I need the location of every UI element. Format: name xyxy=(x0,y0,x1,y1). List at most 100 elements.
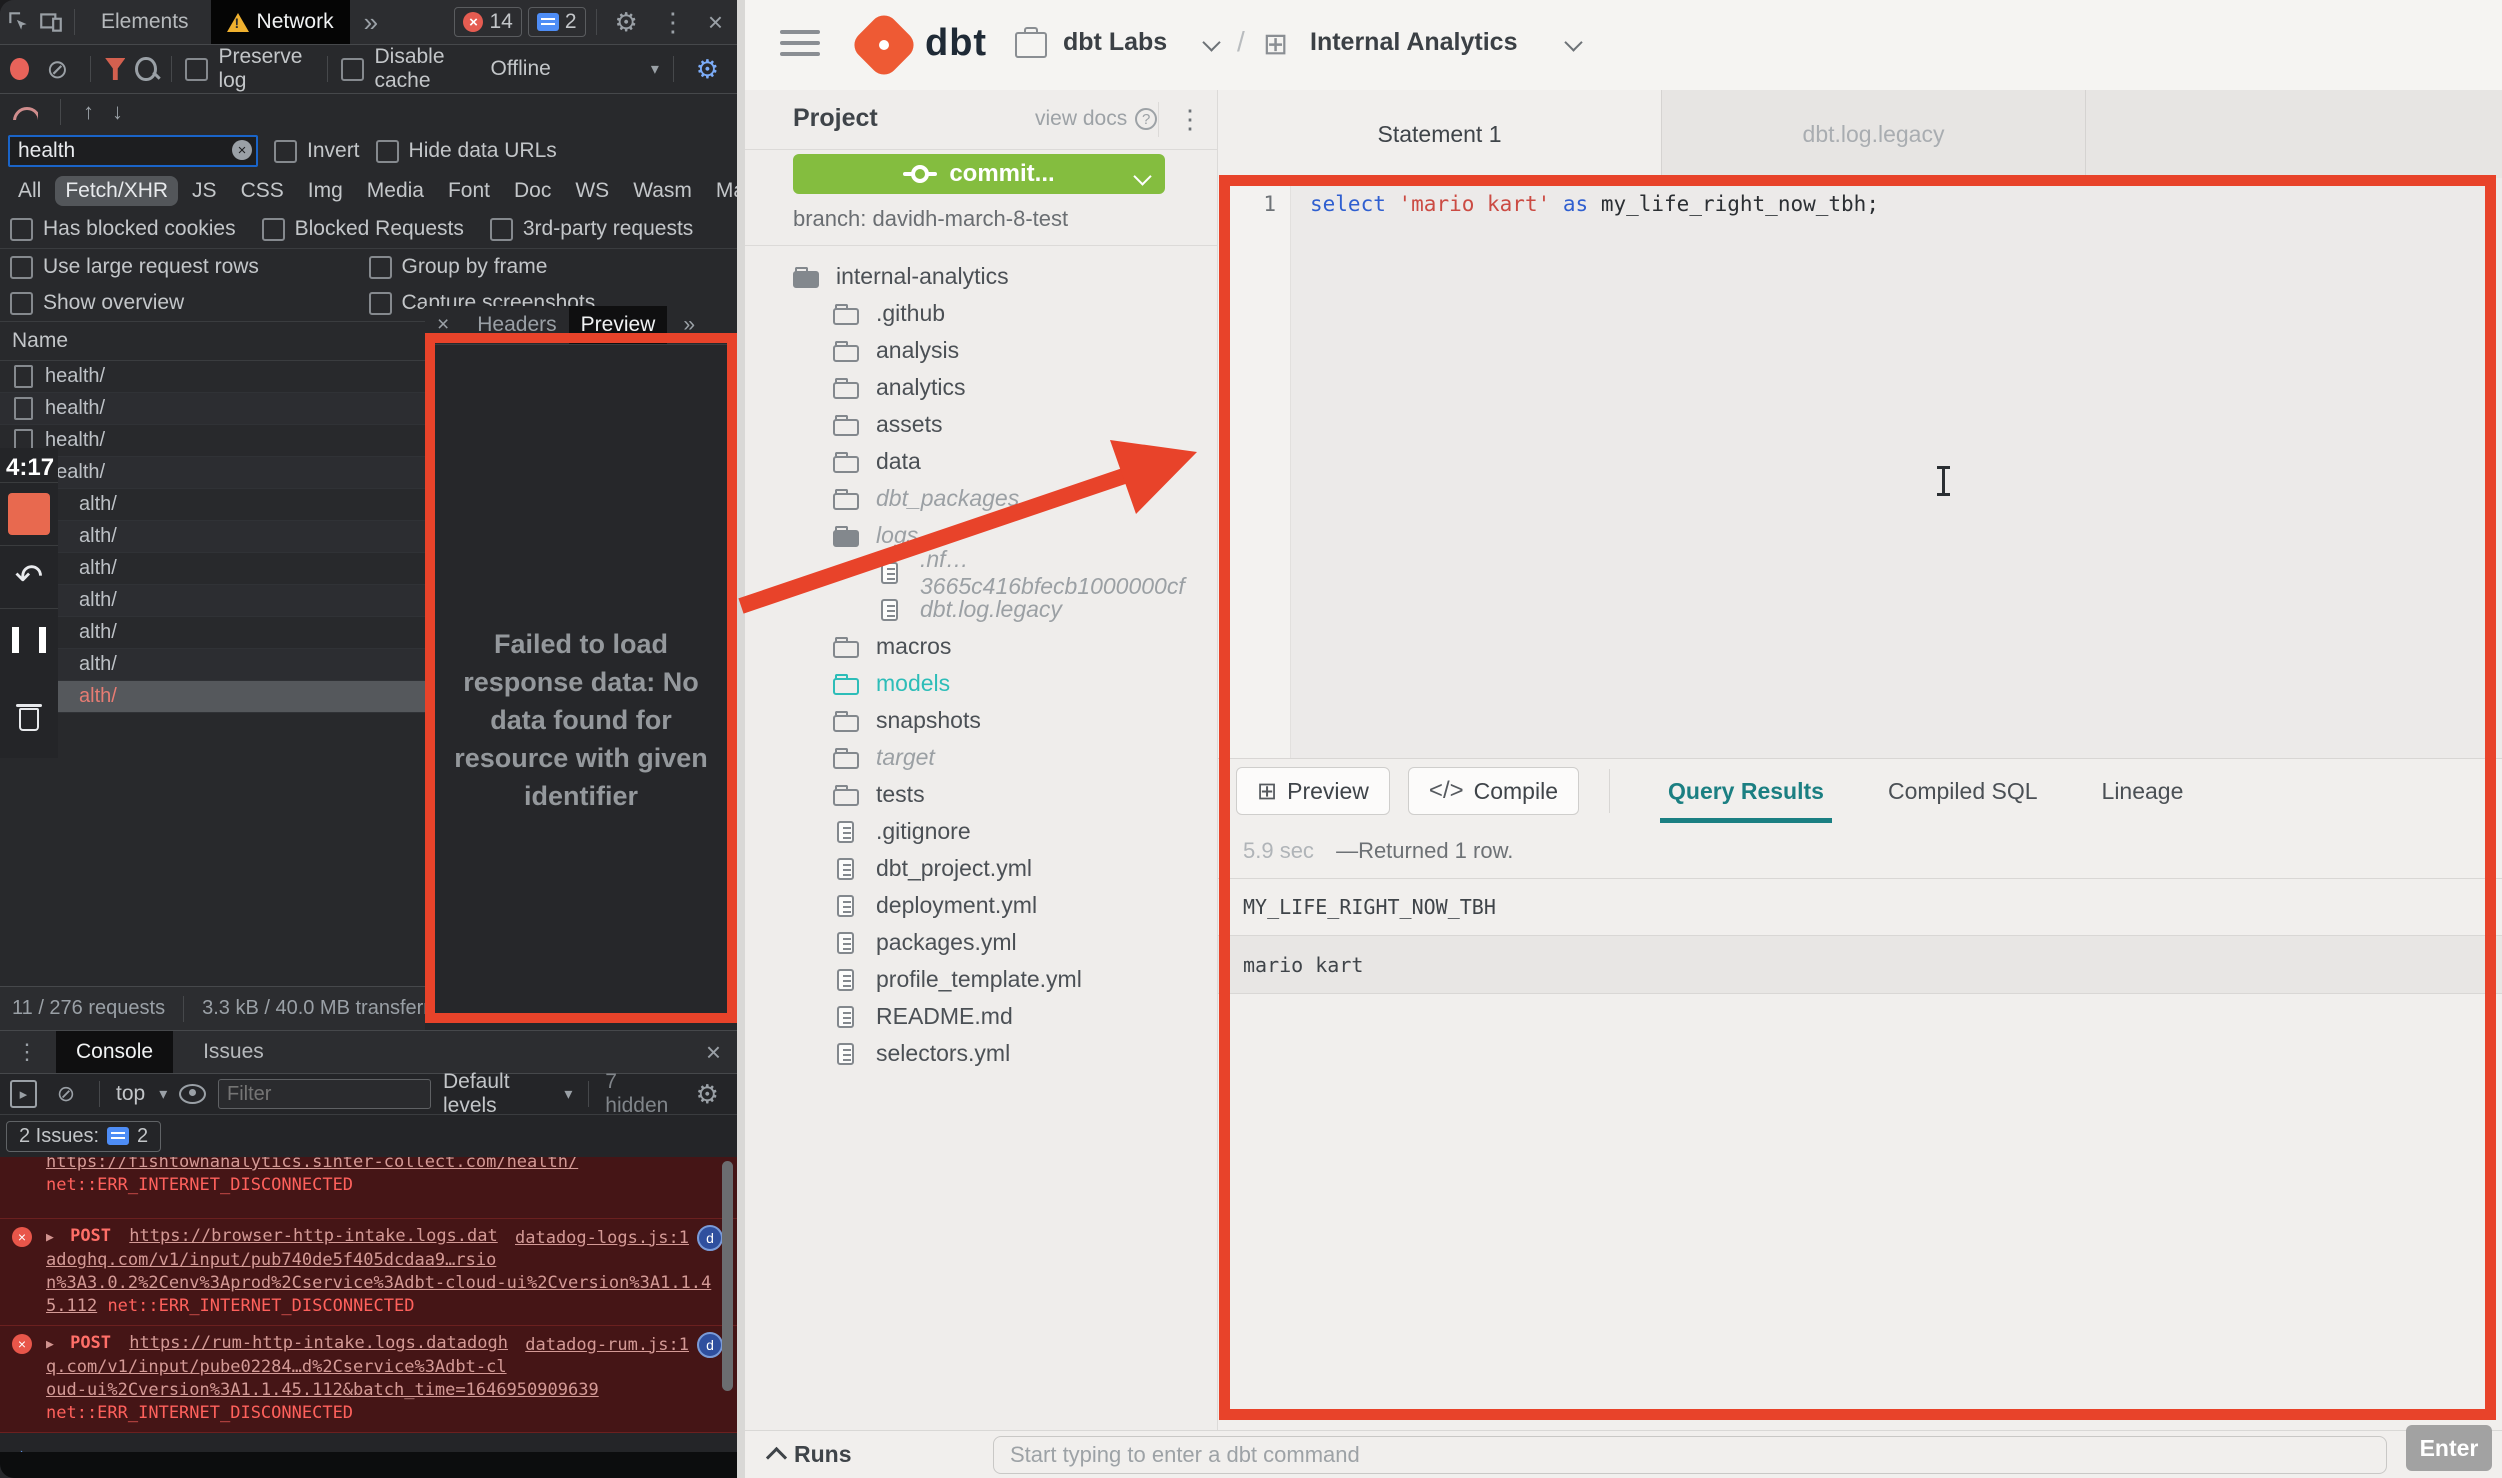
filter-chip[interactable]: Manifest xyxy=(706,176,737,206)
console-scrollbar[interactable] xyxy=(722,1161,733,1391)
more-tabs-icon[interactable]: » xyxy=(356,9,386,35)
invert-checkbox[interactable]: Invert xyxy=(274,139,360,163)
filter-chip[interactable]: WS xyxy=(565,176,619,206)
dbt-command-input[interactable] xyxy=(993,1436,2387,1474)
option-checkbox[interactable]: Use large request rows xyxy=(10,255,369,279)
context-selector[interactable]: top ▾ xyxy=(116,1082,167,1106)
preserve-log-checkbox[interactable]: Preserve log xyxy=(185,45,312,93)
network-conditions-icon[interactable] xyxy=(12,105,38,120)
results-tab[interactable]: Lineage xyxy=(2070,759,2216,823)
error-count-badge[interactable]: × 14 xyxy=(454,7,521,37)
kebab-menu-icon[interactable]: ⋮ xyxy=(652,9,694,35)
close-icon[interactable]: × xyxy=(700,9,731,35)
option-checkbox[interactable]: Group by frame xyxy=(369,255,728,279)
inspect-cursor-icon[interactable] xyxy=(6,9,32,35)
editor-tab[interactable]: Statement 1 xyxy=(1218,90,1662,178)
project-kebab-icon[interactable]: ⋮ xyxy=(1158,102,1203,137)
console-kebab-icon[interactable]: ⋮ xyxy=(8,1041,46,1063)
pause-recording-button[interactable] xyxy=(0,608,58,671)
filter-chip[interactable]: Media xyxy=(357,176,434,206)
file-tree-item[interactable]: dbt_project.yml xyxy=(745,850,1217,887)
chevron-down-icon[interactable] xyxy=(1564,33,1582,51)
project-selector[interactable]: Internal Analytics xyxy=(1310,28,1517,57)
chevron-down-icon[interactable] xyxy=(1202,33,1220,51)
file-tree-item[interactable]: assets xyxy=(745,406,1217,443)
file-tree-item[interactable]: macros xyxy=(745,628,1217,665)
clear-filter-icon[interactable]: × xyxy=(232,140,252,160)
file-tree-item[interactable]: data xyxy=(745,443,1217,480)
tab-elements[interactable]: Elements xyxy=(85,0,205,44)
network-settings-gear-icon[interactable]: ⚙ xyxy=(688,56,727,82)
detail-tab[interactable]: Headers xyxy=(465,306,568,344)
delete-recording-button[interactable] xyxy=(0,685,58,747)
console-sidebar-icon[interactable]: ▸ xyxy=(10,1080,37,1108)
filter-chip[interactable]: Wasm xyxy=(623,176,702,206)
clear-console-icon[interactable]: ⊘ xyxy=(49,1083,83,1105)
commit-button[interactable]: commit... xyxy=(793,154,1165,194)
filter-chip[interactable]: Fetch/XHR xyxy=(55,176,178,206)
console-tab[interactable]: Issues xyxy=(183,1031,284,1073)
runs-toggle[interactable]: Runs xyxy=(769,1441,852,1468)
file-tree-item[interactable]: tests xyxy=(745,776,1217,813)
detail-tab[interactable]: Preview xyxy=(569,306,668,344)
issue-count-badge[interactable]: 2 xyxy=(528,7,586,37)
console-filter-input[interactable] xyxy=(218,1079,431,1109)
hamburger-menu-icon[interactable] xyxy=(780,30,820,60)
filter-checkbox[interactable]: 3rd-party requests xyxy=(490,217,693,241)
filter-checkbox[interactable]: Has blocked cookies xyxy=(10,217,236,241)
export-har-icon[interactable]: ↓ xyxy=(112,101,123,123)
file-tree-item[interactable]: dbt_packages xyxy=(745,480,1217,517)
restart-recording-button[interactable]: ↶ xyxy=(0,545,58,608)
file-tree-item[interactable]: snapshots xyxy=(745,702,1217,739)
error-url-link[interactable]: https://fishtownanalytics.sinter-collect… xyxy=(46,1157,578,1172)
file-tree-item[interactable]: .nf…3665c416bfecb1000000cf xyxy=(745,554,1217,591)
filter-input[interactable] xyxy=(8,135,258,167)
stop-recording-button[interactable] xyxy=(0,482,58,545)
console-settings-gear-icon[interactable]: ⚙ xyxy=(688,1081,727,1107)
file-tree-item[interactable]: profile_template.yml xyxy=(745,961,1217,998)
file-tree-item[interactable]: analysis xyxy=(745,332,1217,369)
filter-chip[interactable]: Img xyxy=(298,176,353,206)
results-row[interactable]: mario kart xyxy=(1218,936,2502,994)
clear-icon[interactable]: ⊘ xyxy=(39,56,77,82)
chevron-down-icon[interactable] xyxy=(1133,167,1151,185)
filter-chip[interactable]: CSS xyxy=(231,176,294,206)
hide-data-urls-checkbox[interactable]: Hide data URLs xyxy=(376,139,557,163)
file-tree-item[interactable]: .github xyxy=(745,295,1217,332)
console-tab[interactable]: Console xyxy=(56,1031,173,1073)
file-tree-item[interactable]: models xyxy=(745,665,1217,702)
view-docs-link[interactable]: view docs ? xyxy=(1035,107,1157,131)
disable-cache-checkbox[interactable]: Disable cache xyxy=(341,45,480,93)
device-toolbar-icon[interactable] xyxy=(38,9,64,35)
filter-chip[interactable]: Doc xyxy=(504,176,561,206)
expand-caret-icon[interactable]: ▶ xyxy=(46,1337,54,1352)
issues-counter[interactable]: 2 Issues: 2 xyxy=(6,1121,161,1152)
filter-checkbox[interactable]: Blocked Requests xyxy=(262,217,464,241)
expand-caret-icon[interactable]: ▶ xyxy=(46,1230,54,1245)
file-tree-item[interactable]: .gitignore xyxy=(745,813,1217,850)
account-selector[interactable]: dbt Labs xyxy=(1063,28,1167,57)
close-detail-icon[interactable]: × xyxy=(425,306,461,344)
editor-tab[interactable]: dbt.log.legacy xyxy=(1662,90,2086,178)
results-tab[interactable]: Compiled SQL xyxy=(1856,759,2070,823)
sql-editor[interactable]: 1 select 'mario kart' as my_life_right_n… xyxy=(1218,178,2502,758)
error-url-link[interactable]: https://rum-http-intake.logs.datadoghq.c… xyxy=(46,1333,599,1400)
results-tab[interactable]: Query Results xyxy=(1636,759,1856,823)
more-detail-tabs-icon[interactable]: » xyxy=(671,306,707,344)
error-source-link[interactable]: datadog-rum.js:1 xyxy=(525,1334,689,1357)
file-tree-item[interactable]: packages.yml xyxy=(745,924,1217,961)
throttling-dropdown[interactable]: Offline xyxy=(491,57,551,81)
file-tree-item[interactable]: selectors.yml xyxy=(745,1035,1217,1072)
compile-button[interactable]: </> Compile xyxy=(1408,767,1579,815)
option-checkbox[interactable]: Show overview xyxy=(10,291,369,315)
tab-network[interactable]: Network xyxy=(211,0,350,44)
dbt-logo-icon[interactable] xyxy=(857,18,911,72)
filter-chip[interactable]: Font xyxy=(438,176,500,206)
settings-gear-icon[interactable]: ⚙ xyxy=(607,9,646,35)
file-tree-item[interactable]: analytics xyxy=(745,369,1217,406)
import-har-icon[interactable]: ↑ xyxy=(83,101,94,123)
search-icon[interactable] xyxy=(135,57,156,81)
file-tree-item[interactable]: README.md xyxy=(745,998,1217,1035)
filter-funnel-icon[interactable] xyxy=(105,58,125,80)
record-icon[interactable] xyxy=(10,58,29,80)
